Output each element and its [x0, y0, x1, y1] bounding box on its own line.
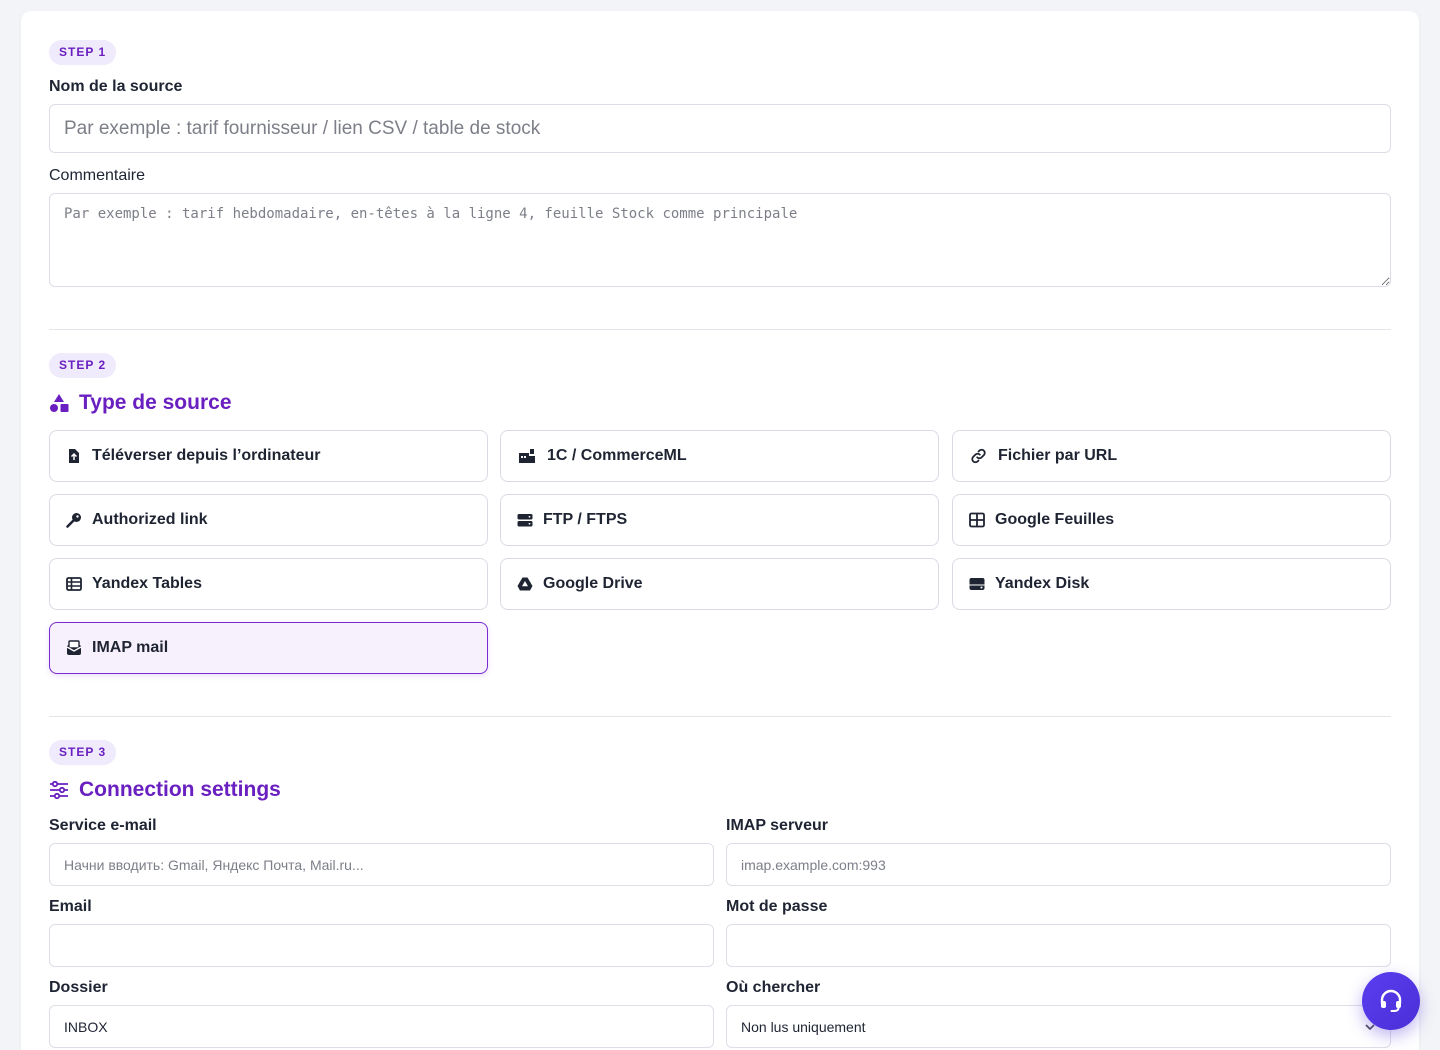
- support-chat-button[interactable]: [1362, 972, 1420, 1030]
- email-label: Email: [49, 898, 92, 915]
- comment-label: Commentaire: [49, 167, 146, 184]
- source-option-ftp[interactable]: FTP / FTPS: [500, 494, 939, 546]
- source-option-label: 1C / CommerceML: [547, 447, 687, 464]
- server-icon: [517, 514, 533, 527]
- source-option-imap[interactable]: IMAP mail: [49, 622, 488, 674]
- table-icon: [969, 512, 985, 528]
- comment-textarea[interactable]: [49, 193, 1391, 287]
- connection-settings-title: Connection settings: [49, 778, 281, 802]
- source-name-label: Nom de la source: [49, 78, 183, 95]
- source-option-yandex-tables[interactable]: Yandex Tables: [49, 558, 488, 610]
- source-option-label: Google Feuilles: [995, 511, 1115, 528]
- source-option-authorized-link[interactable]: Authorized link: [49, 494, 488, 546]
- search-scope-value: Non lus uniquement: [741, 1018, 866, 1035]
- source-option-yandex-disk[interactable]: Yandex Disk: [952, 558, 1391, 610]
- headset-icon: [1380, 989, 1402, 1012]
- source-option-label: Yandex Tables: [92, 575, 202, 592]
- password-input[interactable]: [726, 924, 1391, 967]
- divider-1: [49, 329, 1391, 330]
- sliders-icon: [50, 780, 68, 800]
- source-option-google-sheets[interactable]: Google Feuilles: [952, 494, 1391, 546]
- source-option-label: Yandex Disk: [995, 575, 1090, 592]
- source-option-1c[interactable]: 1C / CommerceML: [500, 430, 939, 482]
- warehouse-icon: [519, 449, 535, 463]
- imap-server-label: IMAP serveur: [726, 817, 828, 834]
- source-option-url[interactable]: Fichier par URL: [952, 430, 1391, 482]
- file-upload-icon: [69, 449, 79, 463]
- source-option-google-drive[interactable]: Google Drive: [500, 558, 939, 610]
- shapes-icon: [50, 394, 69, 412]
- mail-inbox-icon: [66, 640, 82, 655]
- source-name-input[interactable]: [49, 104, 1391, 153]
- email-input[interactable]: [49, 924, 714, 967]
- hard-drive-icon: [969, 578, 985, 590]
- folder-input[interactable]: [49, 1005, 714, 1048]
- source-option-upload[interactable]: Téléverser depuis l’ordinateur: [49, 430, 488, 482]
- step-3-badge: STEP 3: [49, 740, 117, 765]
- source-option-label: Téléverser depuis l’ordinateur: [92, 447, 321, 464]
- imap-server-input[interactable]: [726, 843, 1391, 886]
- divider-2: [49, 716, 1391, 717]
- link-icon: [971, 448, 986, 464]
- step-1-badge: STEP 1: [49, 40, 117, 65]
- step-2-badge: STEP 2: [49, 353, 117, 378]
- search-scope-label: Où chercher: [726, 979, 821, 996]
- source-option-label: Google Drive: [543, 575, 643, 592]
- form-card: STEP 1 Nom de la source Commentaire STEP…: [21, 11, 1419, 1050]
- source-type-title: Type de source: [49, 391, 232, 415]
- source-option-label: Authorized link: [92, 511, 208, 528]
- email-service-label: Service e-mail: [49, 817, 157, 834]
- connection-settings-title-text: Connection settings: [79, 778, 281, 801]
- list-table-icon: [66, 577, 82, 591]
- source-option-label: IMAP mail: [92, 639, 169, 656]
- key-icon: [66, 513, 81, 528]
- search-scope-select[interactable]: Non lus uniquement: [726, 1005, 1391, 1048]
- folder-label: Dossier: [49, 979, 108, 996]
- source-type-title-text: Type de source: [79, 391, 232, 414]
- source-option-label: FTP / FTPS: [543, 511, 628, 528]
- google-drive-icon: [517, 577, 533, 591]
- email-service-input[interactable]: [49, 843, 714, 886]
- password-label: Mot de passe: [726, 898, 828, 915]
- source-option-label: Fichier par URL: [998, 447, 1118, 464]
